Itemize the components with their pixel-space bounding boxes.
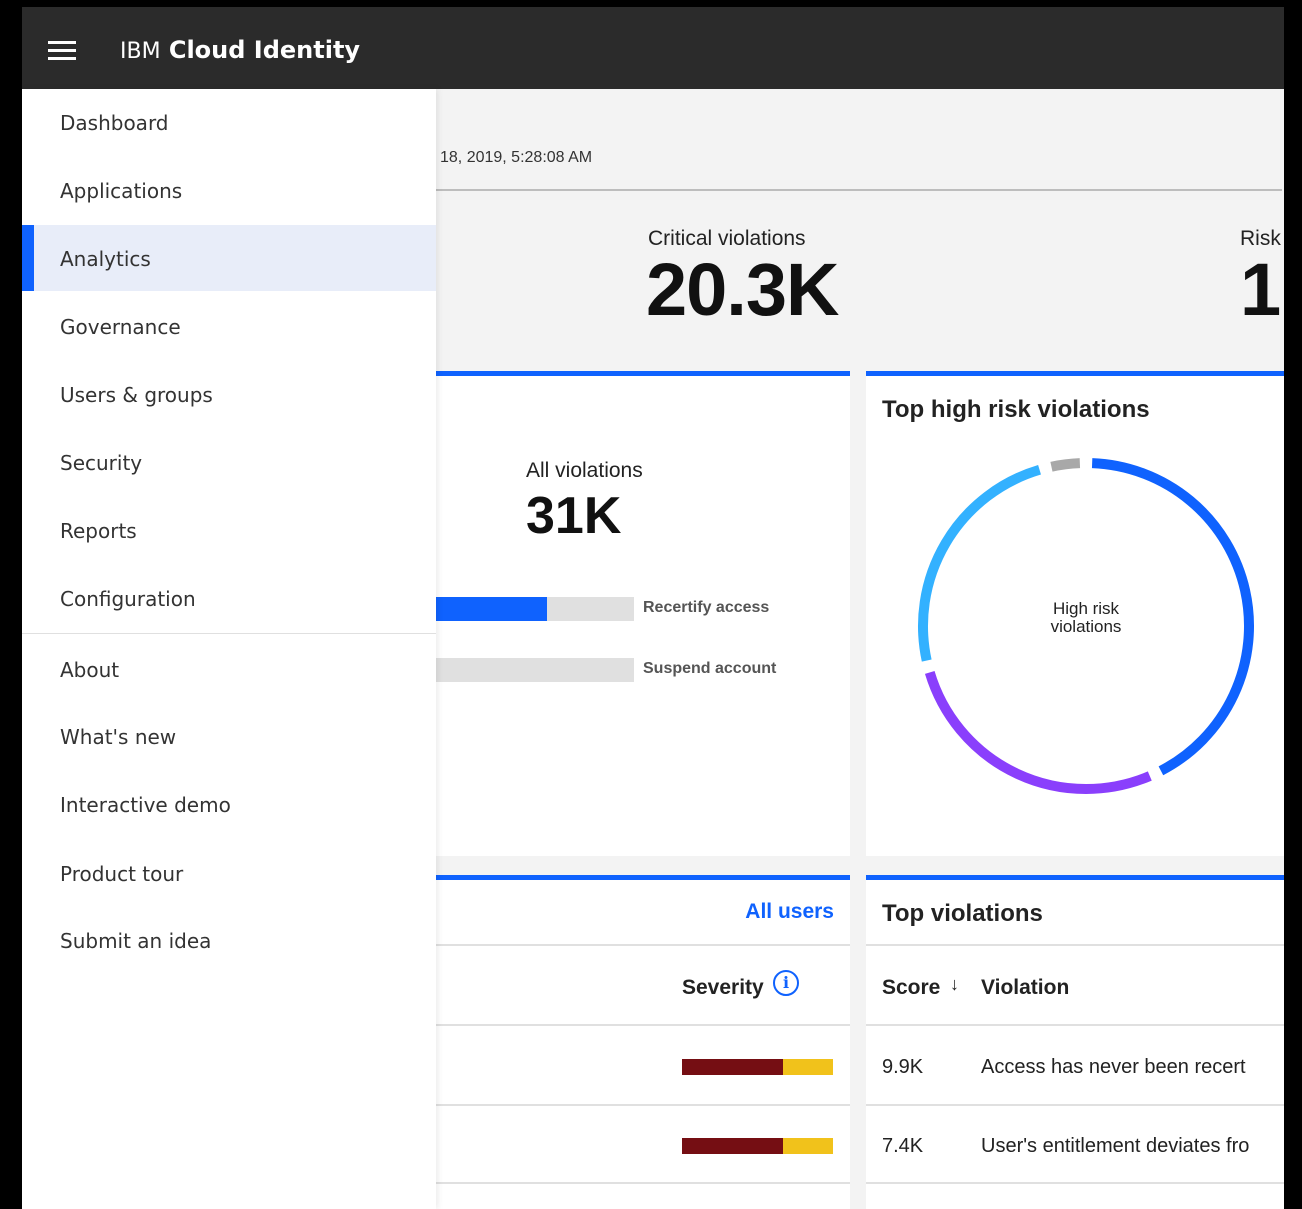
nav-governance[interactable]: Governance: [22, 293, 436, 359]
recertify-bar-fill: [436, 597, 547, 621]
nav-product-tour[interactable]: Product tour: [22, 840, 436, 906]
nav-analytics[interactable]: Analytics: [22, 225, 436, 291]
row-divider: [436, 1104, 850, 1106]
brand-name: Cloud Identity: [168, 36, 361, 64]
donut-segment[interactable]: [924, 671, 1152, 794]
brand-title[interactable]: IBM Cloud Identity: [120, 35, 360, 65]
side-nav: Dashboard Applications Analytics Governa…: [22, 89, 436, 1209]
nav-security[interactable]: Security: [22, 429, 436, 495]
donut-chart: High risk violations: [918, 458, 1254, 794]
severity-high-bar: [682, 1059, 783, 1075]
menu-icon[interactable]: [48, 41, 76, 61]
brand-prefix: IBM: [120, 39, 161, 64]
last-updated-timestamp: 18, 2019, 5:28:08 AM: [440, 149, 593, 166]
kpi-risk-value: 1: [1240, 248, 1281, 331]
divider: [436, 189, 1282, 191]
violation-text[interactable]: User's entitlement deviates fro: [981, 1135, 1249, 1158]
users-card: All users Severity i: [436, 875, 850, 1209]
all-violations-label: All violations: [526, 459, 643, 482]
app-window: IBM Cloud Identity 18, 2019, 5:28:08 AM …: [22, 7, 1284, 1209]
all-users-link[interactable]: All users: [745, 900, 834, 924]
nav-label: Governance: [60, 315, 181, 339]
nav-applications[interactable]: Applications: [22, 157, 436, 223]
nav-configuration[interactable]: Configuration: [22, 565, 436, 631]
nav-divider: [22, 633, 436, 634]
sort-descending-icon[interactable]: ↓: [950, 974, 959, 995]
row-divider: [436, 944, 850, 946]
violation-score: 9.9K: [882, 1056, 924, 1078]
row-divider: [866, 1024, 1284, 1026]
nav-submit-idea[interactable]: Submit an idea: [22, 907, 436, 973]
high-risk-violations-card: Top high risk violations High risk viola…: [866, 371, 1284, 856]
violation-text[interactable]: Access has never been recert: [981, 1056, 1246, 1079]
recertify-bar: [436, 597, 634, 621]
top-header: IBM Cloud Identity: [22, 7, 1284, 89]
score-header[interactable]: Score: [882, 976, 940, 1000]
severity-high-bar: [682, 1138, 783, 1154]
row-divider: [436, 1182, 850, 1184]
row-divider: [436, 1024, 850, 1026]
violation-score: 7.4K: [882, 1135, 924, 1157]
donut-center-label-2: violations: [1051, 617, 1122, 636]
violation-header[interactable]: Violation: [981, 976, 1069, 1000]
nav-whats-new[interactable]: What's new: [22, 703, 436, 769]
top-violations-card: Top violations Score ↓ Violation 9.9K Ac…: [866, 875, 1284, 1209]
nav-label: Reports: [60, 519, 137, 543]
nav-about[interactable]: About: [22, 636, 436, 702]
nav-interactive-demo[interactable]: Interactive demo: [22, 771, 436, 837]
donut-center-label-1: High risk: [1053, 599, 1120, 618]
top-violations-title: Top violations: [882, 900, 1043, 927]
donut-segment[interactable]: [918, 464, 1041, 662]
nav-label: About: [60, 658, 120, 682]
suspend-label: Suspend account: [643, 660, 777, 677]
donut-title: Top high risk violations: [882, 396, 1150, 423]
row-divider: [866, 1182, 1284, 1184]
kpi-critical-value: 20.3K: [646, 248, 839, 331]
donut-segment[interactable]: [1050, 458, 1081, 472]
nav-label: Submit an idea: [60, 929, 212, 953]
suspend-bar: [436, 658, 634, 682]
nav-reports[interactable]: Reports: [22, 497, 436, 563]
nav-dashboard[interactable]: Dashboard: [22, 89, 436, 155]
nav-users-groups[interactable]: Users & groups: [22, 361, 436, 427]
nav-label: Security: [60, 451, 143, 475]
info-icon[interactable]: i: [773, 970, 799, 996]
nav-label: Product tour: [60, 862, 184, 886]
severity-medium-bar: [783, 1138, 833, 1154]
violations-summary-card: All violations 31K Recertify access Susp…: [436, 371, 850, 856]
nav-label: Interactive demo: [60, 793, 231, 817]
nav-label: Configuration: [60, 587, 196, 611]
all-violations-value: 31K: [526, 487, 622, 545]
row-divider: [866, 1104, 1284, 1106]
nav-label: What's new: [60, 725, 177, 749]
nav-label: Applications: [60, 179, 183, 203]
nav-label: Dashboard: [60, 111, 169, 135]
nav-label: Analytics: [60, 247, 151, 271]
nav-label: Users & groups: [60, 383, 213, 407]
severity-medium-bar: [783, 1059, 833, 1075]
recertify-label: Recertify access: [643, 599, 770, 616]
severity-header[interactable]: Severity: [682, 976, 764, 1000]
row-divider: [866, 944, 1284, 946]
